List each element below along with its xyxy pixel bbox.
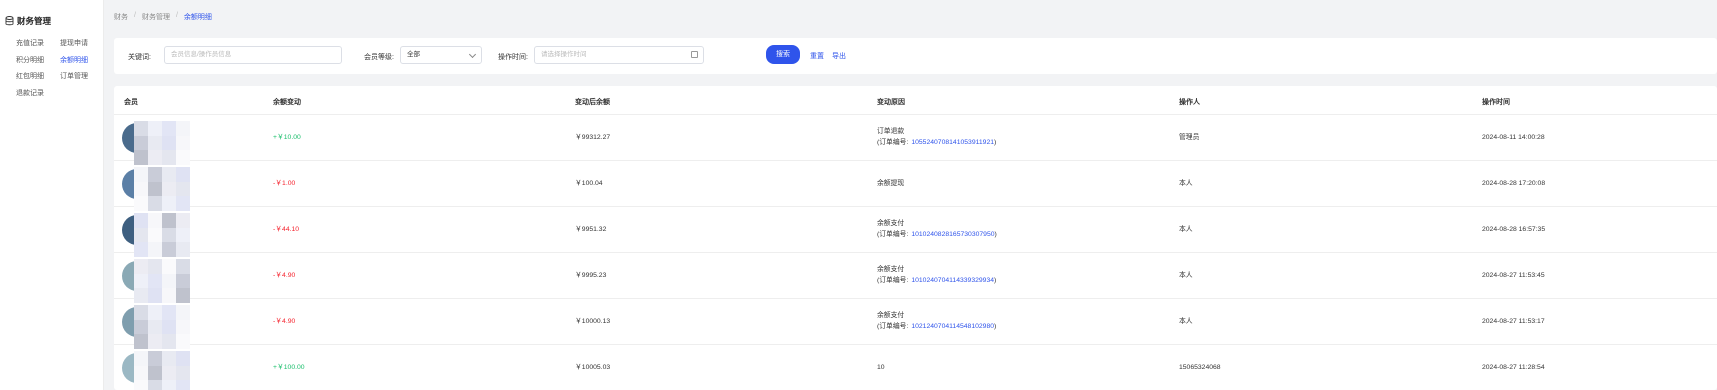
operate-time: 2024-08-27 11:53:17	[1482, 318, 1545, 325]
order-no-label: (订单编号:	[877, 231, 909, 238]
balance-after: ￥9995.23	[575, 272, 607, 279]
order-no-link[interactable]: 1010240704114339329934	[911, 277, 994, 284]
member-info-blurred	[134, 213, 190, 257]
sidebar-item-points-details[interactable]: 积分明细	[16, 55, 60, 66]
operate-time: 2024-08-11 14:00:28	[1482, 134, 1545, 141]
order-no-label: (订单编号:	[877, 323, 909, 330]
operator: 15065324068	[1179, 364, 1221, 371]
column-header-balance-after: 变动后余额	[575, 99, 610, 106]
member-level-value: 全部	[407, 51, 420, 58]
change-reason: 余额支付	[877, 312, 905, 319]
balance-change: -￥4.90	[273, 272, 296, 279]
balance-change: -￥44.10	[273, 226, 300, 233]
member-info-blurred	[134, 305, 190, 349]
calendar-icon	[691, 51, 698, 58]
order-no-link[interactable]: 1055240708141053911921	[911, 139, 994, 146]
change-reason: 余额支付	[877, 266, 905, 273]
order-reference: (订单编号: 1010240704114339329934)	[877, 276, 996, 286]
sidebar-title: 财务管理	[5, 15, 51, 27]
search-button[interactable]: 搜索	[766, 45, 800, 64]
order-no-label: (订单编号:	[877, 277, 909, 284]
sidebar-item-order-management[interactable]: 订单管理	[60, 71, 104, 82]
table-row: -￥4.90 ￥9995.23 余额支付 (订单编号: 1010240704114339…	[114, 253, 1717, 303]
member-info-blurred	[134, 351, 190, 390]
operator: 本人	[1179, 272, 1193, 279]
operate-time-label: 操作时间:	[498, 54, 528, 61]
breadcrumb-separator: /	[134, 12, 136, 19]
table-row: -￥1.00 ￥100.04 余额提现 本人 2024-08-28 17:20:08	[114, 161, 1717, 211]
balance-after: ￥10000.13	[575, 318, 611, 325]
balance-after: ￥99312.27	[575, 134, 611, 141]
breadcrumb-item-finance[interactable]: 财务	[114, 12, 128, 22]
operator: 本人	[1179, 226, 1193, 233]
keyword-placeholder: 会员信息/操作员信息	[171, 51, 232, 58]
operate-time: 2024-08-27 11:28:54	[1482, 364, 1545, 371]
change-reason: 订单退款	[877, 128, 905, 135]
column-header-balance-change: 余额变动	[273, 99, 301, 106]
order-no-label: (订单编号:	[877, 139, 909, 146]
balance-change: -￥4.90	[273, 318, 296, 325]
sidebar-item-withdraw-requests[interactable]: 提现申请	[60, 38, 104, 49]
column-header-member: 会员	[124, 99, 138, 106]
breadcrumb-separator: /	[175, 12, 178, 19]
operate-time-picker[interactable]: 请选择操作时间	[534, 46, 704, 64]
column-header-operator: 操作人	[1179, 99, 1200, 106]
change-reason: 余额支付	[877, 220, 905, 227]
order-no-link[interactable]: 1021240704114548102980	[911, 323, 994, 330]
table-row: -￥4.90 ￥10000.13 余额支付 (订单编号: 102124070411454…	[114, 299, 1717, 349]
balance-change: +￥100.00	[273, 364, 305, 371]
order-no-close: )	[994, 231, 997, 238]
breadcrumb-item-current: 余额明细	[183, 14, 212, 21]
operate-time: 2024-08-28 16:57:35	[1482, 226, 1546, 233]
sidebar-title-text: 财务管理	[17, 16, 52, 26]
member-info-blurred	[134, 167, 190, 211]
sidebar-item-balance-details[interactable]: 余额明细	[60, 55, 104, 66]
sidebar: 财务管理 充值记录 提现申请 积分明细 余额明细 红包明细 订单管理 退款记录	[0, 0, 104, 390]
filter-panel: 关键词: 会员信息/操作员信息 会员等级: 全部 操作时间: 请选择操作时间 搜…	[114, 38, 1717, 74]
keyword-input[interactable]: 会员信息/操作员信息	[164, 46, 342, 64]
sidebar-item-redpacket-details[interactable]: 红包明细	[16, 71, 60, 82]
sidebar-item-recharge-records[interactable]: 充值记录	[16, 38, 60, 49]
table-row: -￥44.10 ￥9951.32 余额支付 (订单编号: 101024082816573…	[114, 207, 1717, 257]
operator: 本人	[1179, 318, 1193, 325]
balance-table: 会员 余额变动 变动后余额 变动原因 操作人 操作时间 +￥10.00 ￥9931…	[114, 86, 1717, 390]
balance-after: ￥100.04	[575, 180, 603, 187]
member-level-label: 会员等级:	[364, 54, 394, 61]
order-no-close: )	[994, 323, 997, 330]
member-info-blurred	[134, 121, 190, 165]
sidebar-item-refund-records[interactable]: 退款记录	[16, 88, 60, 99]
export-link[interactable]: 导出	[832, 51, 846, 61]
operate-time: 2024-08-27 11:53:45	[1482, 272, 1545, 279]
operate-time-placeholder: 请选择操作时间	[541, 51, 587, 58]
operator: 管理员	[1179, 134, 1200, 141]
order-no-close: )	[994, 139, 997, 146]
balance-change: +￥10.00	[273, 134, 301, 141]
change-reason: 余额提现	[877, 180, 905, 187]
change-reason: 10	[877, 364, 885, 371]
column-header-operate-time: 操作时间	[1482, 99, 1510, 106]
order-no-close: )	[994, 277, 997, 284]
column-header-change-reason: 变动原因	[877, 99, 905, 106]
order-reference: (订单编号: 1021240704114548102980)	[877, 322, 996, 332]
balance-after: ￥10005.03	[575, 364, 611, 371]
breadcrumb: 财务 / 财务管理 / 余额明细	[114, 12, 212, 22]
reset-link[interactable]: 重置	[810, 51, 824, 61]
chevron-down-icon	[468, 50, 477, 59]
breadcrumb-item-finance-management[interactable]: 财务管理	[142, 12, 170, 22]
operator: 本人	[1179, 180, 1193, 187]
order-no-link[interactable]: 1010240828165730307950	[911, 231, 994, 238]
member-level-select[interactable]: 全部	[400, 46, 482, 64]
operate-time: 2024-08-28 17:20:08	[1482, 180, 1546, 187]
balance-change: -￥1.00	[273, 180, 296, 187]
order-reference: (订单编号: 1010240828165730307950)	[877, 230, 997, 240]
table-row: +￥10.00 ￥99312.27 订单退款 (订单编号: 10552407081410…	[114, 115, 1717, 165]
table-row: +￥100.00 ￥10005.03 10 15065324068 2024-08-27…	[114, 345, 1717, 390]
database-icon	[5, 16, 14, 26]
keyword-label: 关键词:	[128, 54, 151, 61]
member-info-blurred	[134, 259, 190, 303]
balance-after: ￥9951.32	[575, 226, 607, 233]
sidebar-menu: 充值记录 提现申请 积分明细 余额明细 红包明细 订单管理 退款记录	[16, 38, 104, 99]
order-reference: (订单编号: 1055240708141053911921)	[877, 138, 996, 148]
